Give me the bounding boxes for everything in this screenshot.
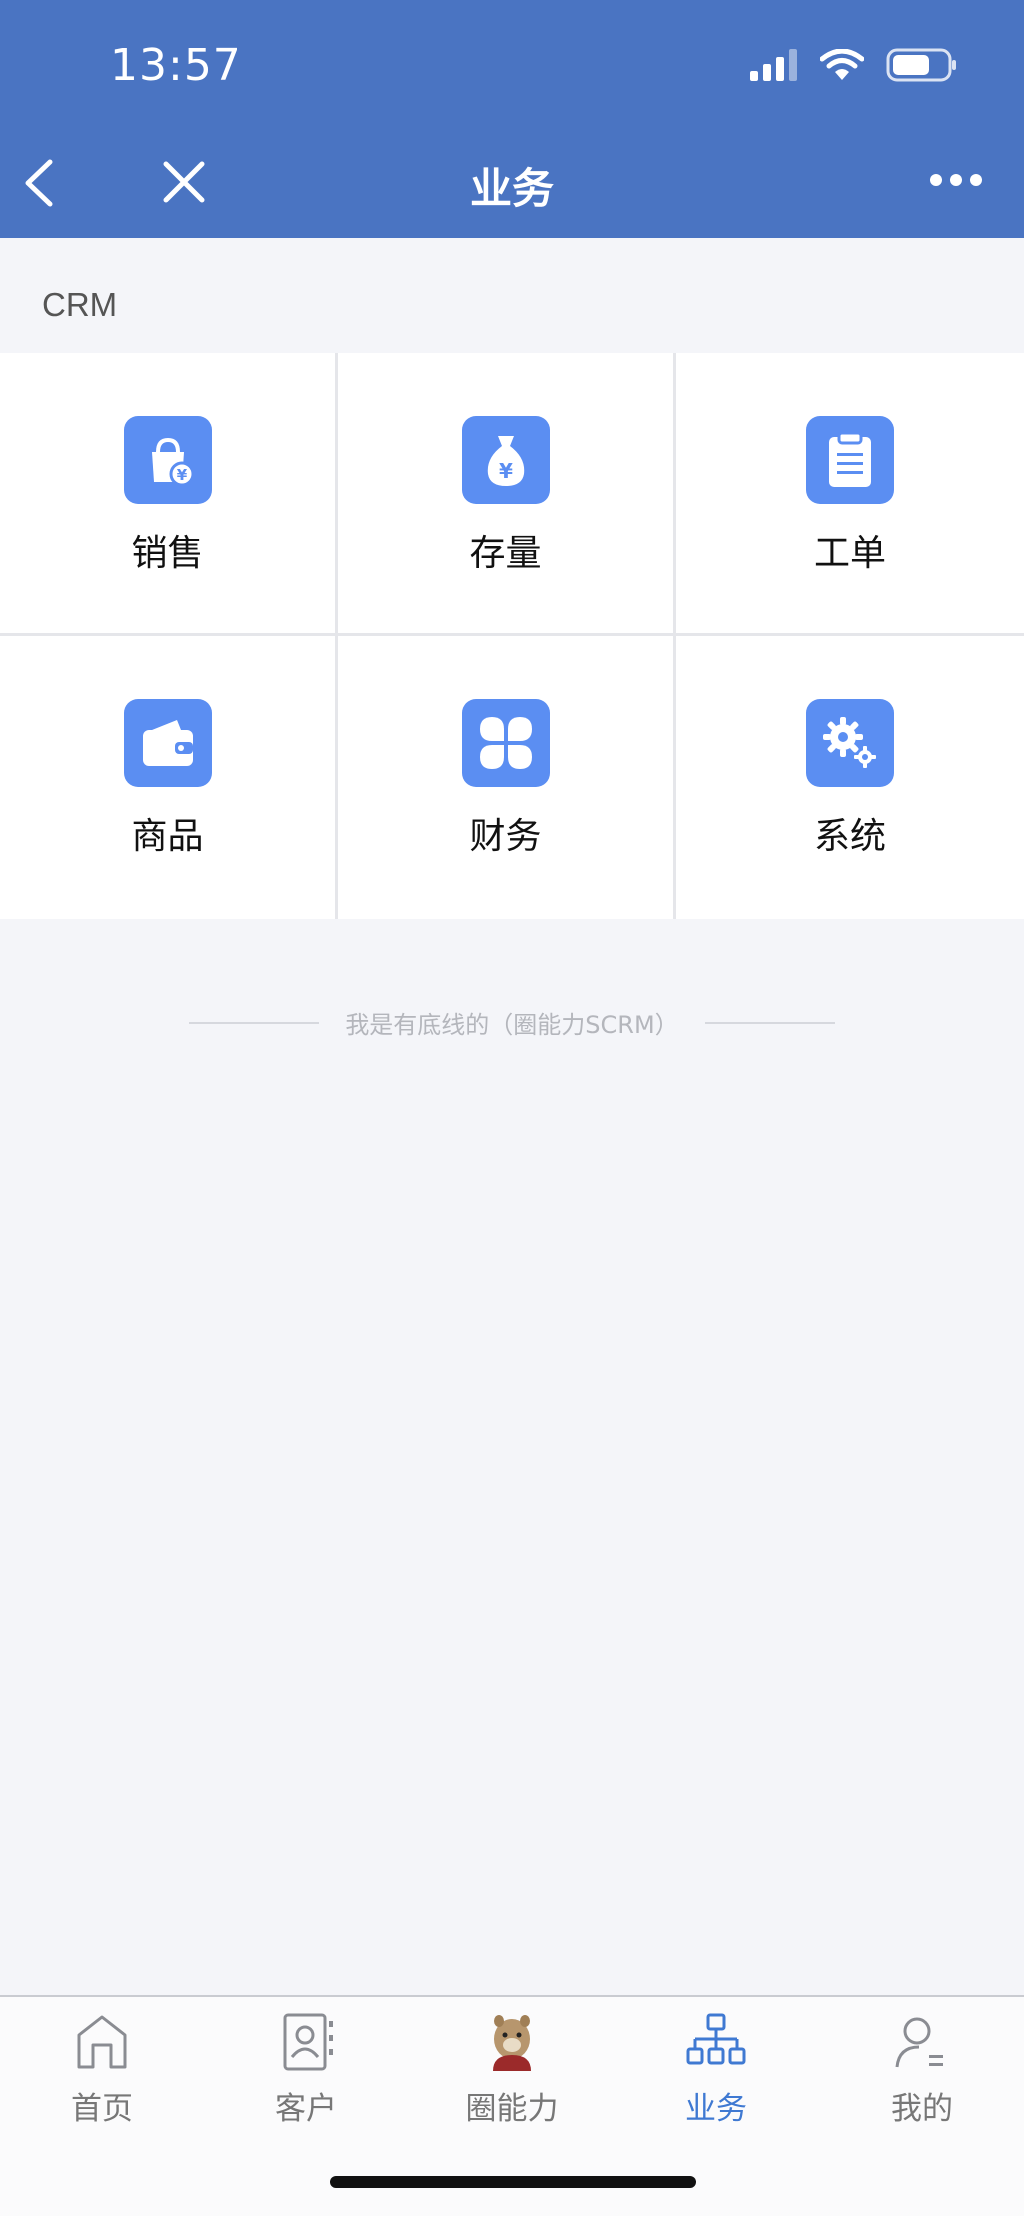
module-label: 销售 bbox=[131, 533, 204, 574]
tab-circle-ability[interactable]: 圈能力 bbox=[432, 2011, 592, 2128]
user-icon bbox=[895, 2017, 943, 2068]
tab-label: 圈能力 bbox=[465, 2091, 559, 2127]
module-label: 工单 bbox=[813, 533, 886, 574]
gear-icon bbox=[806, 699, 894, 787]
money-bag-icon: ¥ bbox=[461, 416, 550, 504]
tab-label: 首页 bbox=[71, 2091, 133, 2127]
svg-text:¥: ¥ bbox=[176, 466, 187, 484]
tab-label: 我的 bbox=[891, 2091, 953, 2127]
page-title: 业务 bbox=[469, 164, 554, 213]
module-finance[interactable]: 财务 bbox=[338, 636, 676, 919]
tab-label: 业务 bbox=[685, 2091, 747, 2127]
module-sales[interactable]: ¥ 销售 bbox=[0, 353, 338, 636]
end-of-list-text: 我是有底线的（圈能力SCRM） bbox=[345, 1011, 679, 1039]
signal-icon bbox=[750, 49, 797, 81]
home-indicator bbox=[330, 2176, 696, 2188]
more-icon[interactable] bbox=[928, 172, 984, 188]
module-label: 系统 bbox=[813, 816, 886, 857]
mascot-icon bbox=[493, 2015, 531, 2071]
battery-icon bbox=[886, 48, 956, 82]
tab-business[interactable]: 业务 bbox=[636, 2011, 796, 2128]
module-grid: ¥ 销售 ¥ 存量 工单 商品 财务 系统 bbox=[0, 353, 1024, 919]
tab-customers[interactable]: 客户 bbox=[226, 2011, 386, 2128]
section-title: CRM bbox=[42, 286, 118, 323]
divider-line bbox=[189, 1021, 320, 1024]
contacts-icon bbox=[283, 2013, 333, 2071]
wifi-icon bbox=[820, 49, 864, 80]
module-label: 商品 bbox=[131, 816, 204, 857]
module-products[interactable]: 商品 bbox=[0, 636, 338, 919]
divider-line bbox=[704, 1021, 835, 1024]
tab-label: 客户 bbox=[275, 2091, 337, 2127]
clover-icon bbox=[461, 699, 550, 787]
module-work-order[interactable]: 工单 bbox=[676, 353, 1024, 636]
clipboard-icon bbox=[806, 416, 894, 504]
module-stock[interactable]: ¥ 存量 bbox=[338, 353, 676, 636]
top-bar: 13:57 业务 bbox=[0, 0, 1024, 238]
module-label: 存量 bbox=[469, 533, 542, 574]
home-icon bbox=[77, 2015, 127, 2069]
org-chart-icon bbox=[686, 2013, 746, 2065]
module-label: 财务 bbox=[469, 816, 542, 857]
shopping-bag-yen-icon: ¥ bbox=[123, 416, 212, 504]
tab-me[interactable]: 我的 bbox=[842, 2011, 1002, 2128]
tab-home[interactable]: 首页 bbox=[22, 2011, 182, 2128]
svg-text:¥: ¥ bbox=[499, 459, 513, 483]
wallet-icon bbox=[123, 699, 212, 787]
status-icons bbox=[750, 48, 958, 82]
module-system[interactable]: 系统 bbox=[676, 636, 1024, 919]
status-time: 13:57 bbox=[110, 40, 242, 91]
end-of-list-divider: 我是有底线的（圈能力SCRM） bbox=[0, 1005, 1024, 1040]
